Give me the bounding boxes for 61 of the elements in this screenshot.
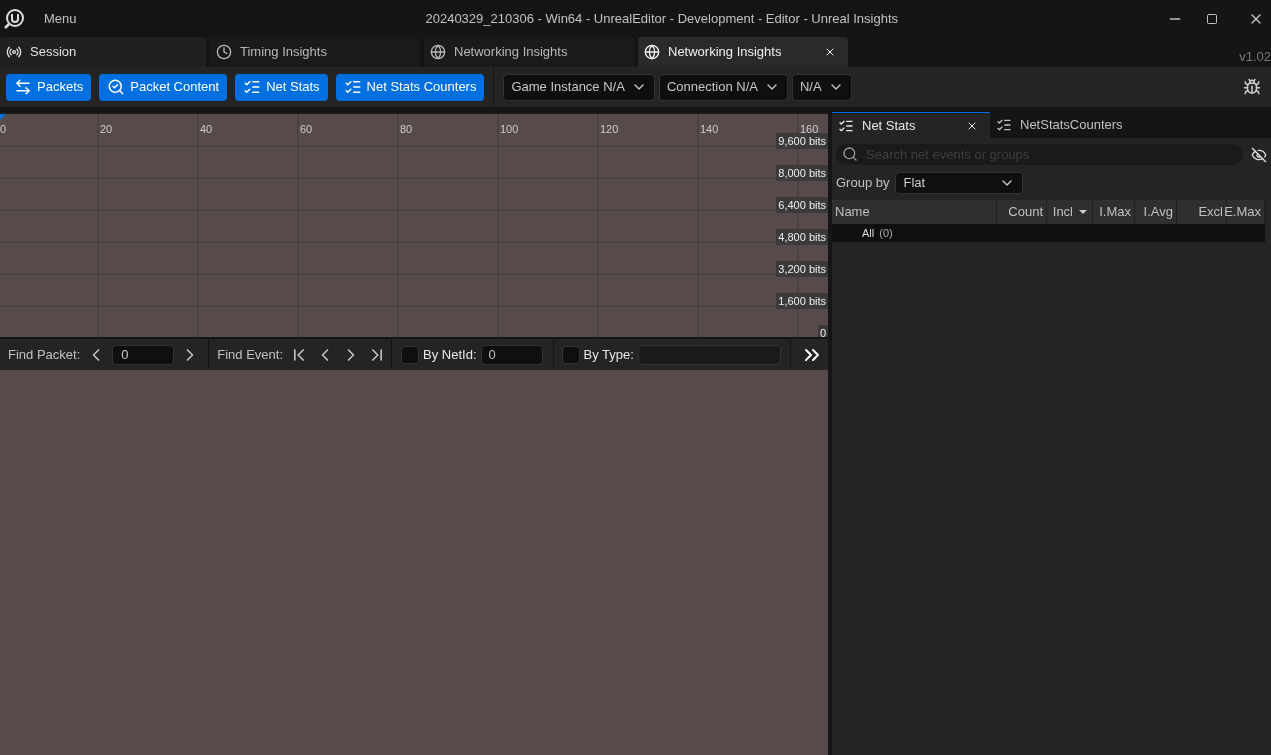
x-axis-label: 80 [400,123,413,135]
dropdown[interactable]: Game Instance N/A [503,73,655,101]
maximize-icon[interactable] [1206,12,1218,25]
type-input[interactable] [637,344,781,365]
tab[interactable]: Session [0,37,206,67]
panel-tab[interactable]: Net Stats [832,112,990,138]
logo-icon [3,7,25,30]
menu-button[interactable]: Menu [44,8,77,29]
dropdown[interactable]: Connection N/A [658,73,788,101]
y-axis-label: 3,200 bits [776,261,828,277]
toolbar-button[interactable]: Packet Content [99,73,228,101]
x-axis-label: 140 [700,123,719,135]
tab[interactable]: Networking Insights [424,37,634,67]
packet-input[interactable]: 0 [112,344,175,365]
group-by-label: Group by [836,174,890,193]
find-event-label: Find Event: [217,345,284,364]
checkbox[interactable] [401,345,420,364]
x-axis-label: 0 [0,123,7,135]
search-icon [842,146,858,162]
x-axis-label: 120 [600,123,619,135]
list-icon [343,78,362,96]
find-packet-label: Find Packet: [8,345,81,364]
globe-icon [430,44,446,60]
tab[interactable]: Timing Insights [210,37,420,67]
broadcast-icon [6,44,22,60]
dropdown[interactable]: N/A [791,73,852,101]
toolbar-button[interactable]: Packets [6,73,92,101]
bug-icon[interactable] [1243,78,1261,96]
x-axis-label: 60 [300,123,313,135]
y-axis-label: 6,400 bits [776,197,828,213]
group-by-dropdown[interactable]: Flat [895,172,1024,194]
row-name: All [862,225,875,241]
clock-icon [216,44,232,60]
checkbox[interactable] [561,345,580,364]
globe-icon [644,44,660,60]
panel-tab[interactable]: NetStatsCounters [990,112,1170,138]
arrows-icon [14,78,32,96]
table-row[interactable]: All (0) [832,224,1265,242]
y-axis-label: 8,000 bits [776,165,828,181]
y-axis-label: 4,800 bits [776,229,828,245]
tab[interactable]: Networking Insights [638,37,848,67]
window-title: 20240329_210306 - Win64 - UnrealEditor - Development - Editor - Unreal Insights [424,9,900,28]
x-axis-label: 160 [800,123,819,135]
toolbar-button[interactable]: Net Stats [235,73,328,101]
netid-input[interactable]: 0 [480,344,543,365]
x-axis-label: 100 [500,123,519,135]
y-axis-label: 1,600 bits [776,293,828,309]
version-label: v1.02 [1239,47,1271,66]
marker-icon [0,114,6,120]
by-netid-label: By NetId: [423,345,477,364]
row-count: (0) [879,225,893,241]
close-tab-icon[interactable] [824,46,836,58]
list-icon [996,117,1012,133]
y-axis-label: 9,600 bits [776,133,828,149]
by-type-label: By Type: [583,345,634,364]
list-icon [243,78,262,96]
toolbar-button[interactable]: Net Stats Counters [335,73,485,101]
x-axis-label: 20 [100,123,113,135]
eye-off-icon[interactable] [1251,146,1267,163]
x-axis-label: 40 [200,123,213,135]
sort-icon [1079,210,1087,214]
